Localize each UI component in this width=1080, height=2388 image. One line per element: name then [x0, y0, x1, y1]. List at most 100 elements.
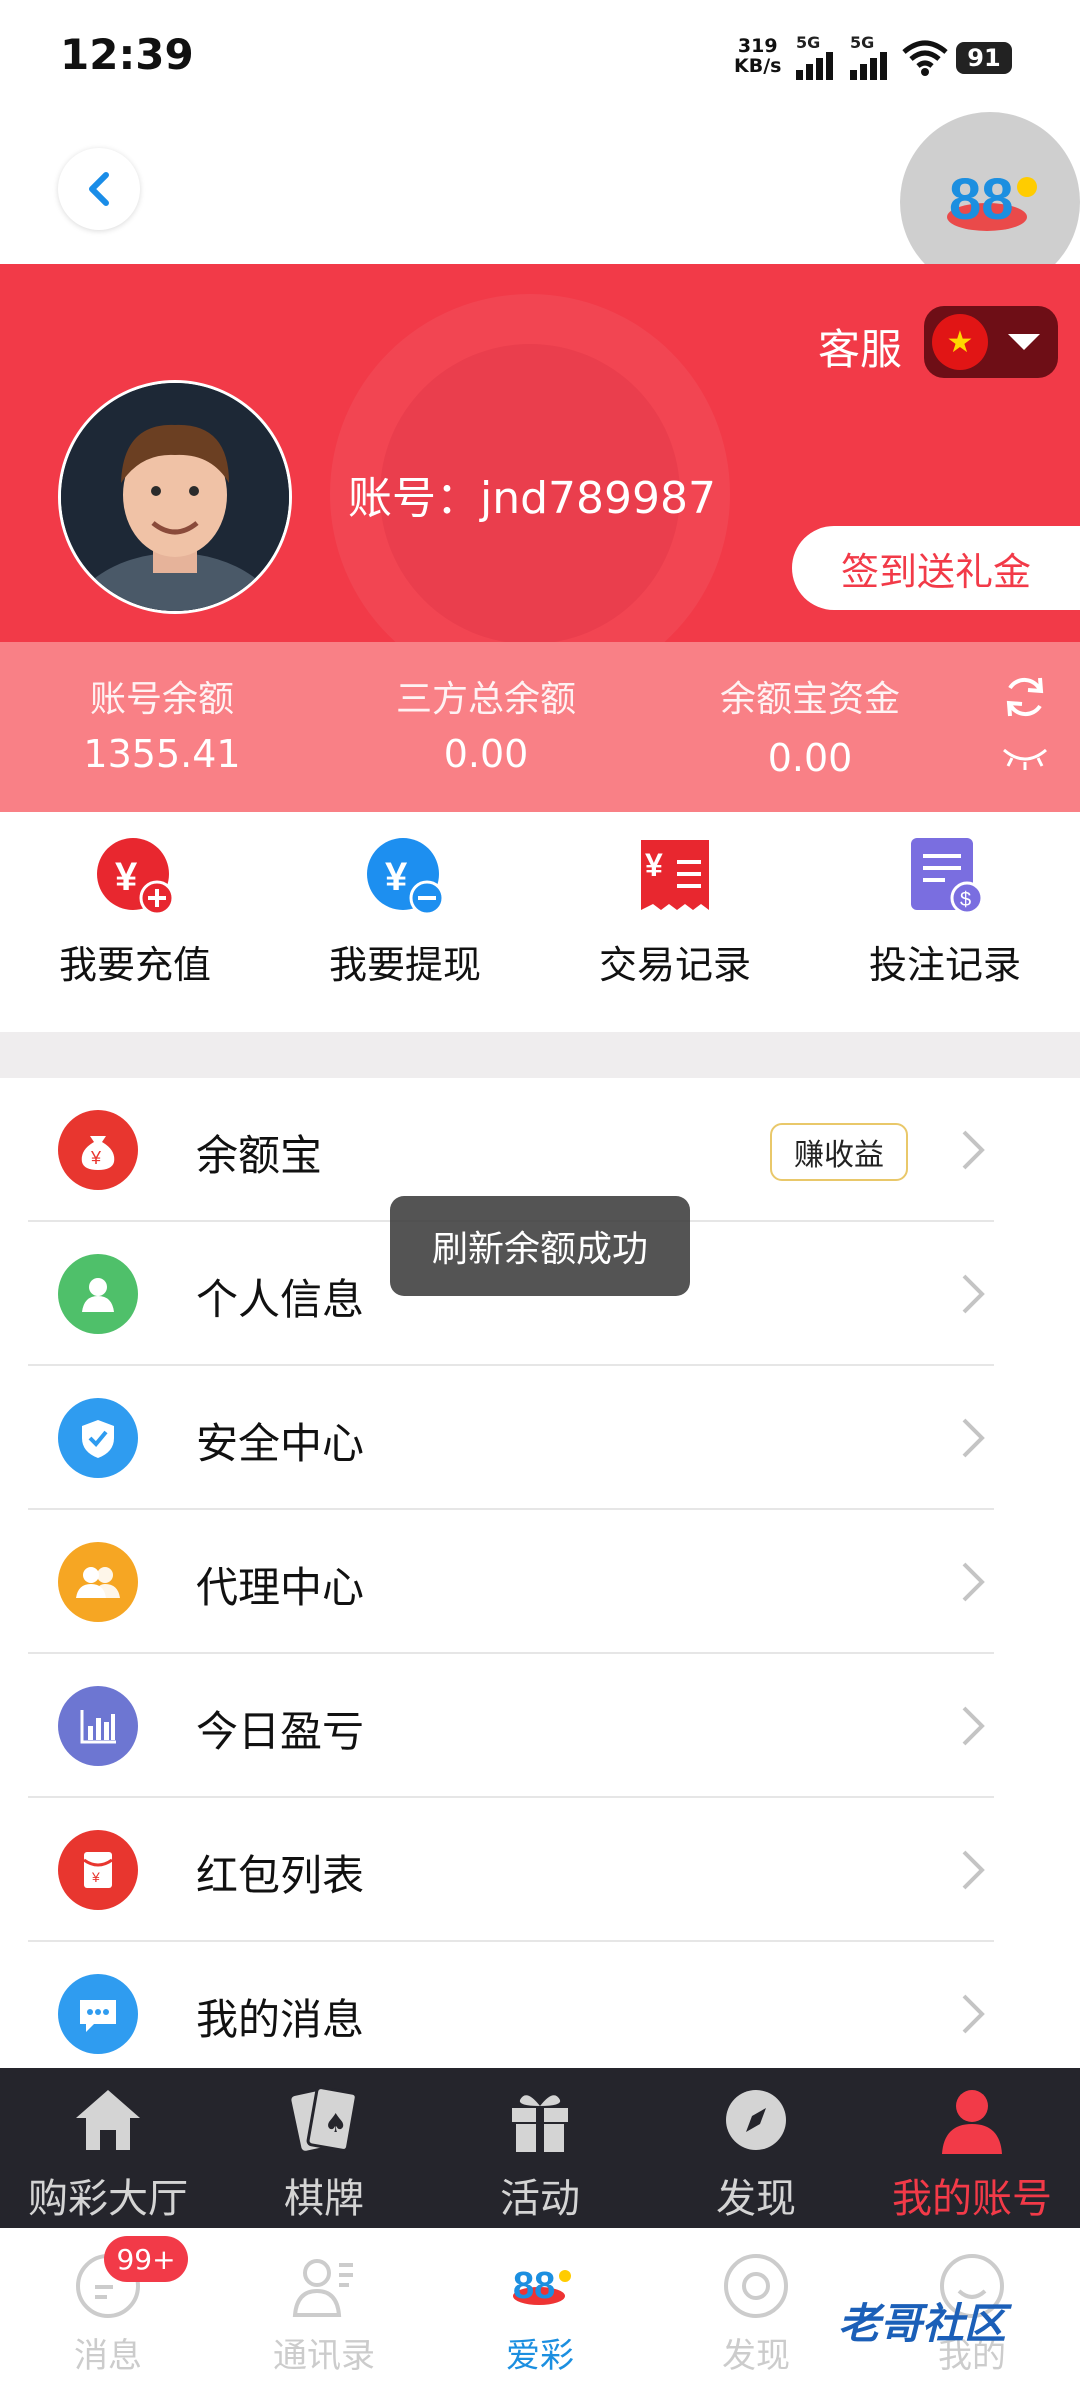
- quick-actions: ¥ 我要充值 ¥ 我要提现 ¥ 交易记录 $ 投注记录: [0, 812, 1080, 1032]
- bet-record-button[interactable]: $ 投注记录: [810, 812, 1080, 989]
- chevron-right-icon: [962, 1994, 985, 2034]
- chevron-down-icon: [1008, 334, 1040, 350]
- chevron-right-icon: [962, 1850, 985, 1890]
- menu-item-agent[interactable]: 代理中心: [0, 1510, 1080, 1654]
- quick-action-label: 我要提现: [328, 943, 481, 987]
- nav-aicai[interactable]: 88 爱彩: [432, 2228, 648, 2377]
- svg-text:¥: ¥: [645, 847, 663, 883]
- transaction-record-button[interactable]: ¥ 交易记录: [540, 812, 810, 989]
- tab-label: 活动: [500, 2176, 580, 2222]
- language-dropdown[interactable]: ★: [924, 306, 1058, 378]
- section-divider: [0, 1032, 1080, 1078]
- chevron-right-icon: [962, 1130, 985, 1170]
- compass-icon: [716, 2080, 796, 2160]
- quick-action-label: 我要充值: [58, 943, 211, 987]
- svg-text:$: $: [960, 889, 971, 911]
- gift-icon: [500, 2080, 580, 2160]
- network-speed-value: 319: [737, 35, 778, 57]
- tab-label: 棋牌: [284, 2176, 364, 2222]
- logo-text: 88: [949, 167, 1014, 232]
- account-id: 账号：jnd789987: [348, 473, 717, 524]
- chevron-left-icon: [89, 172, 109, 206]
- money-bag-icon: ¥: [58, 1110, 138, 1190]
- balance-panel: 账号余额 1355.41 三方总余额 0.00 余额宝资金 0.00: [0, 642, 1080, 812]
- balance-label: 三方总余额: [395, 679, 576, 720]
- wifi-icon: [902, 40, 948, 80]
- earn-income-badge: 赚收益: [770, 1123, 908, 1181]
- menu-item-label: 代理中心: [196, 1563, 365, 1612]
- customer-service-label[interactable]: 客服: [818, 316, 902, 377]
- status-bar: 12:39 319 KB/s 5G 5G 91: [0, 0, 1080, 110]
- balance-value: 1355.41: [83, 732, 241, 776]
- signal-type-2: 5G: [850, 33, 875, 52]
- menu-item-red-envelopes[interactable]: ¥ 红包列表: [0, 1798, 1080, 1942]
- menu-item-label: 安全中心: [196, 1419, 365, 1468]
- svg-text:¥: ¥: [385, 855, 408, 899]
- tab-label: 购彩大厅: [28, 2176, 188, 2222]
- battery-indicator: 91: [956, 42, 1012, 74]
- chevron-right-icon: [962, 1562, 985, 1602]
- lottery-logo-icon: 88: [500, 2246, 580, 2326]
- user-icon: [932, 2080, 1012, 2160]
- cards-icon: ♠: [284, 2080, 364, 2160]
- chevron-right-icon: [962, 1706, 985, 1746]
- shield-icon: [58, 1398, 138, 1478]
- signal-type-1: 5G: [796, 33, 821, 52]
- svg-text:¥: ¥: [115, 855, 138, 899]
- avatar[interactable]: [58, 380, 292, 614]
- recharge-button[interactable]: ¥ 我要充值: [0, 812, 270, 989]
- tab-discover[interactable]: 发现: [648, 2068, 864, 2224]
- watermark: 老哥社区: [838, 2299, 1007, 2348]
- network-speed-unit: KB/s: [734, 55, 782, 77]
- tab-cards[interactable]: ♠ 棋牌: [216, 2068, 432, 2224]
- tab-my-account[interactable]: 我的账号: [864, 2068, 1080, 2224]
- lottery-logo-icon: 88: [947, 167, 1037, 232]
- chevron-right-icon: [962, 1274, 985, 1314]
- home-icon: [68, 2080, 148, 2160]
- message-icon: [58, 1974, 138, 2054]
- tab-lottery-hall[interactable]: 购彩大厅: [0, 2068, 216, 2224]
- menu-item-label: 红包列表: [196, 1851, 365, 1900]
- balance-value: 0.00: [767, 736, 853, 780]
- checkin-bonus-button[interactable]: 签到送礼金: [792, 526, 1080, 610]
- nav-contacts[interactable]: 通讯录: [216, 2228, 432, 2377]
- quick-action-label: 交易记录: [598, 943, 751, 987]
- bet-record-icon: $: [905, 836, 985, 916]
- person-icon: [58, 1254, 138, 1334]
- svg-text:¥: ¥: [91, 1869, 100, 1885]
- network-speed: 319 KB/s: [734, 36, 781, 76]
- balance-label: 账号余额: [89, 679, 234, 720]
- menu-item-label: 今日盈亏: [196, 1707, 365, 1756]
- nav-label: 发现: [722, 2336, 790, 2376]
- tab-label: 发现: [716, 2176, 796, 2222]
- nav-label: 通讯录: [273, 2336, 375, 2376]
- yuebao-balance: 余额宝资金 0.00: [660, 642, 960, 780]
- signal-icon: 5G: [850, 33, 890, 86]
- back-button[interactable]: [58, 148, 140, 230]
- menu-item-today-profit[interactable]: 今日盈亏: [0, 1654, 1080, 1798]
- signal-icon: 5G: [796, 33, 836, 86]
- menu-item-label: 个人信息: [196, 1275, 365, 1324]
- chevron-right-icon: [962, 1418, 985, 1458]
- hide-balance-eye-icon[interactable]: [1002, 746, 1048, 770]
- status-clock: 12:39: [60, 30, 194, 79]
- menu-item-label: 余额宝: [196, 1131, 323, 1180]
- nav-discover[interactable]: 发现: [648, 2228, 864, 2377]
- toast-message: 刷新余额成功: [390, 1196, 690, 1296]
- balance-value: 0.00: [443, 732, 529, 776]
- third-party-balance: 三方总余额 0.00: [336, 642, 636, 776]
- unread-count-badge: 99+: [104, 2236, 188, 2282]
- menu-item-messages[interactable]: 我的消息: [0, 1942, 1080, 2086]
- balance-label: 余额宝资金: [719, 679, 900, 720]
- withdraw-icon: ¥: [365, 836, 445, 916]
- quick-action-label: 投注记录: [868, 943, 1021, 987]
- tab-activities[interactable]: 活动: [432, 2068, 648, 2224]
- withdraw-button[interactable]: ¥ 我要提现: [270, 812, 540, 989]
- recharge-icon: ¥: [95, 836, 175, 916]
- agents-icon: [58, 1542, 138, 1622]
- nav-label: 消息: [74, 2336, 142, 2376]
- account-balance: 账号余额 1355.41: [12, 642, 312, 776]
- bar-chart-icon: [58, 1686, 138, 1766]
- refresh-icon[interactable]: [1000, 672, 1050, 722]
- menu-item-security[interactable]: 安全中心: [0, 1366, 1080, 1510]
